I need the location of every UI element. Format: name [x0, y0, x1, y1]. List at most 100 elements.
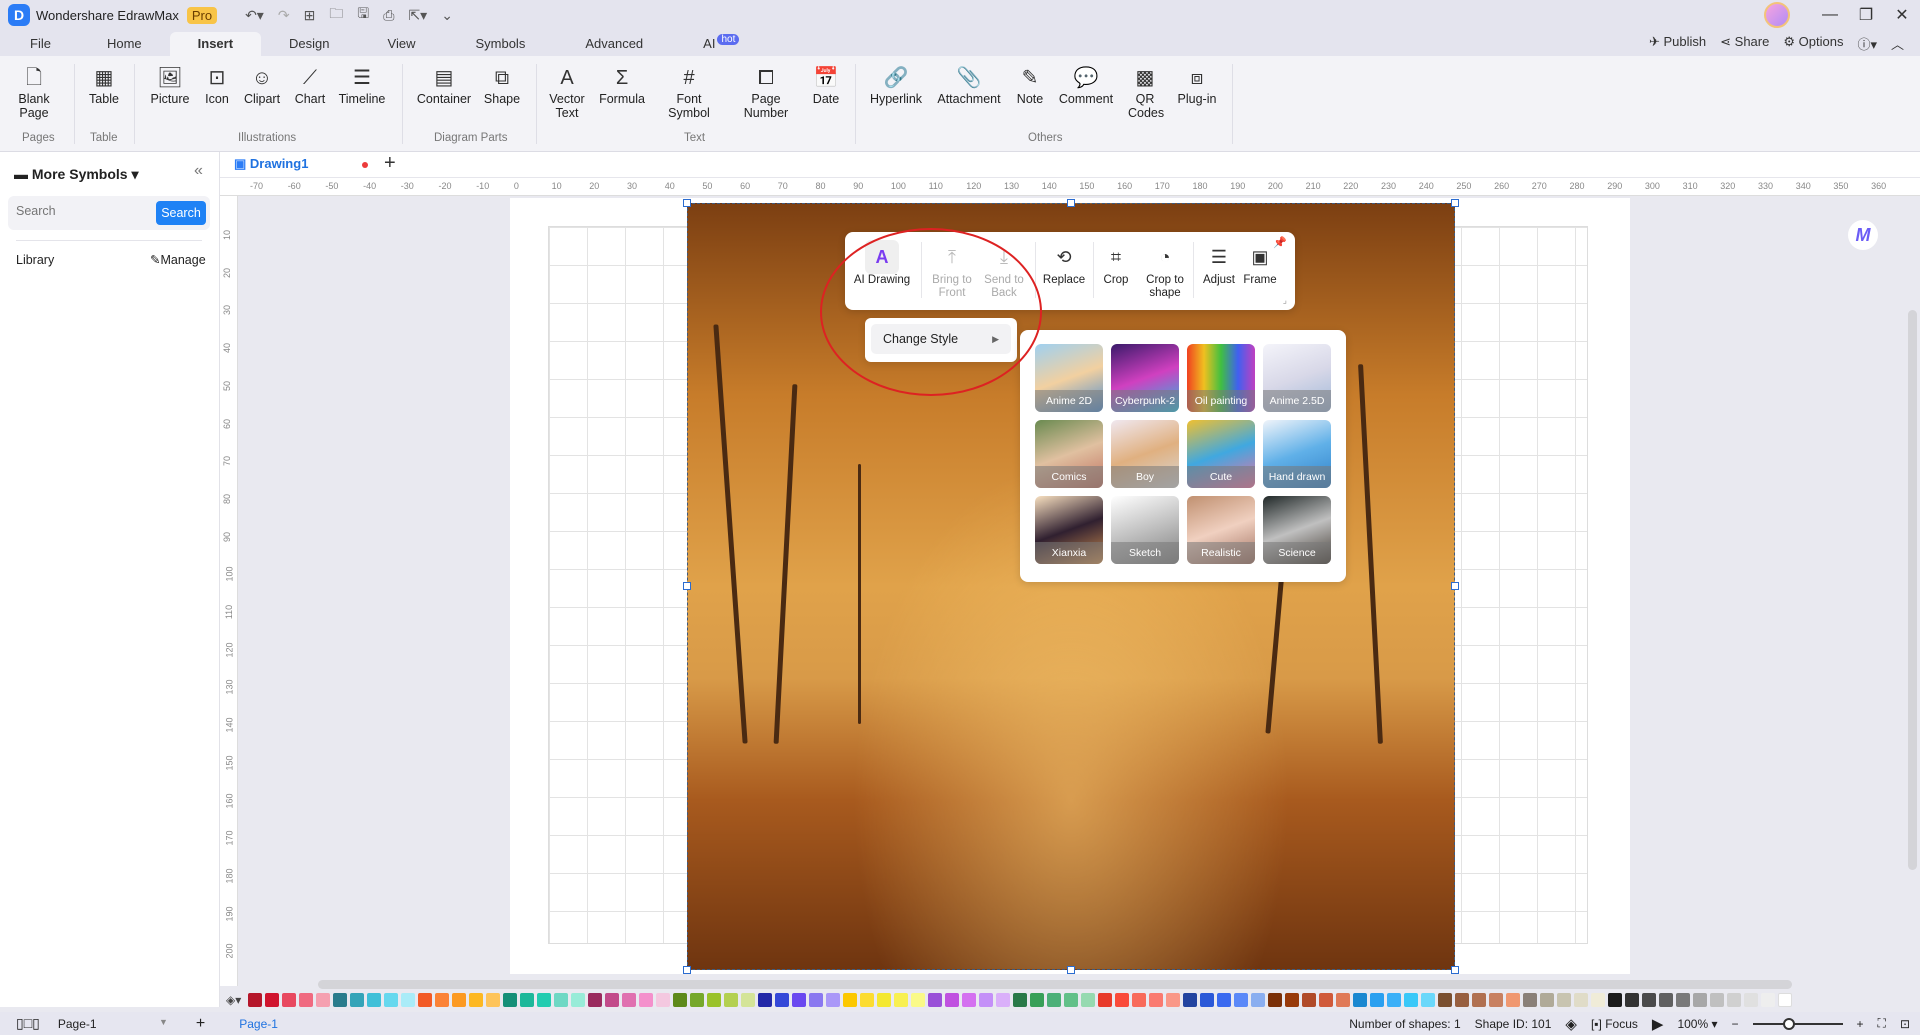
page-number-button[interactable]: ⧠ Page Number	[740, 64, 792, 120]
resize-handle[interactable]	[1451, 582, 1459, 590]
zoom-level[interactable]: 100% ▾	[1677, 1017, 1717, 1031]
color-swatch[interactable]	[248, 993, 263, 1007]
color-swatch[interactable]	[1081, 993, 1096, 1007]
color-swatch[interactable]	[1778, 993, 1793, 1007]
color-swatch[interactable]	[1472, 993, 1487, 1007]
color-swatch[interactable]	[1489, 993, 1504, 1007]
pin-icon[interactable]: 📌	[1273, 236, 1287, 249]
zoom-slider[interactable]	[1752, 1017, 1843, 1030]
formula-button[interactable]: Σ Formula	[598, 64, 646, 106]
hyperlink-button[interactable]: 🔗 Hyperlink	[868, 64, 924, 106]
restore-icon[interactable]: ❐	[1848, 5, 1884, 25]
tab-file[interactable]: File	[0, 32, 79, 56]
color-swatch[interactable]	[826, 993, 841, 1007]
minimize-icon[interactable]: —	[1812, 6, 1848, 24]
style-option-sketch[interactable]: Sketch	[1111, 496, 1179, 564]
redo-icon[interactable]: ↷	[278, 7, 290, 24]
layers-icon[interactable]: ◈	[1565, 1015, 1577, 1033]
picture-button[interactable]: 🖼 Picture	[148, 64, 192, 106]
color-swatch[interactable]	[1540, 993, 1555, 1007]
resize-handle[interactable]	[683, 582, 691, 590]
save-icon[interactable]: 🖫	[357, 3, 369, 27]
color-swatch[interactable]	[469, 993, 484, 1007]
adjust-button[interactable]: ☰ Adjust	[1199, 240, 1239, 287]
open-icon[interactable]: 🗀	[329, 3, 343, 27]
color-swatch[interactable]	[299, 993, 314, 1007]
fit-width-icon[interactable]: ⊡	[1900, 1017, 1910, 1031]
color-swatch[interactable]	[1268, 993, 1283, 1007]
add-page-icon[interactable]: +	[196, 1015, 205, 1033]
icon-button[interactable]: ⊡ Icon	[202, 64, 232, 106]
date-button[interactable]: 📅 Date	[810, 64, 842, 106]
color-swatch[interactable]	[1591, 993, 1606, 1007]
color-swatch[interactable]	[554, 993, 569, 1007]
color-swatch[interactable]	[1523, 993, 1538, 1007]
style-option-anime-2-5d[interactable]: Anime 2.5D	[1263, 344, 1331, 412]
color-swatch[interactable]	[775, 993, 790, 1007]
color-swatch[interactable]	[1710, 993, 1725, 1007]
color-swatch[interactable]	[622, 993, 637, 1007]
avatar[interactable]	[1764, 2, 1790, 28]
style-option-xianxia[interactable]: Xianxia	[1035, 496, 1103, 564]
color-swatch[interactable]	[1727, 993, 1742, 1007]
color-swatch[interactable]	[707, 993, 722, 1007]
color-swatch[interactable]	[1370, 993, 1385, 1007]
chart-button[interactable]: ⟋ Chart	[294, 64, 326, 106]
style-option-hand-drawn[interactable]: Hand drawn	[1263, 420, 1331, 488]
blank-page-button[interactable]: 🗋 Blank Page	[14, 64, 54, 120]
vector-text-button[interactable]: A Vector Text	[548, 64, 586, 120]
tab-ai[interactable]: AI hot	[673, 32, 769, 56]
color-swatch[interactable]	[758, 993, 773, 1007]
color-swatch[interactable]	[1149, 993, 1164, 1007]
share-button[interactable]: ⋖ Share	[1720, 34, 1769, 53]
tab-advanced[interactable]: Advanced	[555, 32, 673, 56]
style-option-cute[interactable]: Cute	[1187, 420, 1255, 488]
timeline-button[interactable]: ☰ Timeline	[338, 64, 386, 106]
color-swatch[interactable]	[639, 993, 654, 1007]
style-option-anime-2d[interactable]: Anime 2D	[1035, 344, 1103, 412]
color-swatch[interactable]	[860, 993, 875, 1007]
color-swatch[interactable]	[996, 993, 1011, 1007]
color-swatch[interactable]	[1098, 993, 1113, 1007]
customize-icon[interactable]: ⌄	[441, 7, 453, 24]
table-button[interactable]: ▦ Table	[86, 64, 122, 106]
color-swatch[interactable]	[1013, 993, 1028, 1007]
color-swatch[interactable]	[605, 993, 620, 1007]
color-swatch[interactable]	[1506, 993, 1521, 1007]
tab-view[interactable]: View	[358, 32, 446, 56]
color-swatch[interactable]	[911, 993, 926, 1007]
resize-handle[interactable]	[1451, 199, 1459, 207]
color-swatch[interactable]	[1319, 993, 1334, 1007]
color-swatch[interactable]	[333, 993, 348, 1007]
color-swatch[interactable]	[1642, 993, 1657, 1007]
color-swatch[interactable]	[656, 993, 671, 1007]
page-tab-page-1[interactable]: Page-1	[239, 1017, 278, 1031]
color-swatch[interactable]	[316, 993, 331, 1007]
publish-button[interactable]: ✈ Publish	[1649, 34, 1706, 53]
color-swatch[interactable]	[1200, 993, 1215, 1007]
color-swatch[interactable]	[1030, 993, 1045, 1007]
zoom-out-icon[interactable]: −	[1732, 1017, 1739, 1031]
color-swatch[interactable]	[877, 993, 892, 1007]
resize-handle[interactable]	[1451, 966, 1459, 974]
plugin-button[interactable]: ⧈ Plug-in	[1174, 64, 1220, 106]
color-swatch[interactable]	[1302, 993, 1317, 1007]
color-swatch[interactable]	[1132, 993, 1147, 1007]
color-swatch[interactable]	[1251, 993, 1266, 1007]
color-swatch[interactable]	[1421, 993, 1436, 1007]
options-button[interactable]: ⚙ Options	[1783, 34, 1843, 53]
color-swatch[interactable]	[809, 993, 824, 1007]
color-swatch[interactable]	[1217, 993, 1232, 1007]
crop-to-shape-button[interactable]: ◔ Crop to shape	[1141, 240, 1189, 300]
style-option-boy[interactable]: Boy	[1111, 420, 1179, 488]
color-swatch[interactable]	[1404, 993, 1419, 1007]
resize-handle[interactable]	[683, 966, 691, 974]
shape-button[interactable]: ⧉ Shape	[482, 64, 522, 106]
color-swatch[interactable]	[979, 993, 994, 1007]
close-icon[interactable]: ✕	[1884, 5, 1920, 25]
tab-symbols[interactable]: Symbols	[445, 32, 555, 56]
zoom-in-icon[interactable]: +	[1857, 1017, 1864, 1031]
color-swatch[interactable]	[724, 993, 739, 1007]
color-swatch[interactable]	[1234, 993, 1249, 1007]
color-swatch[interactable]	[1659, 993, 1674, 1007]
